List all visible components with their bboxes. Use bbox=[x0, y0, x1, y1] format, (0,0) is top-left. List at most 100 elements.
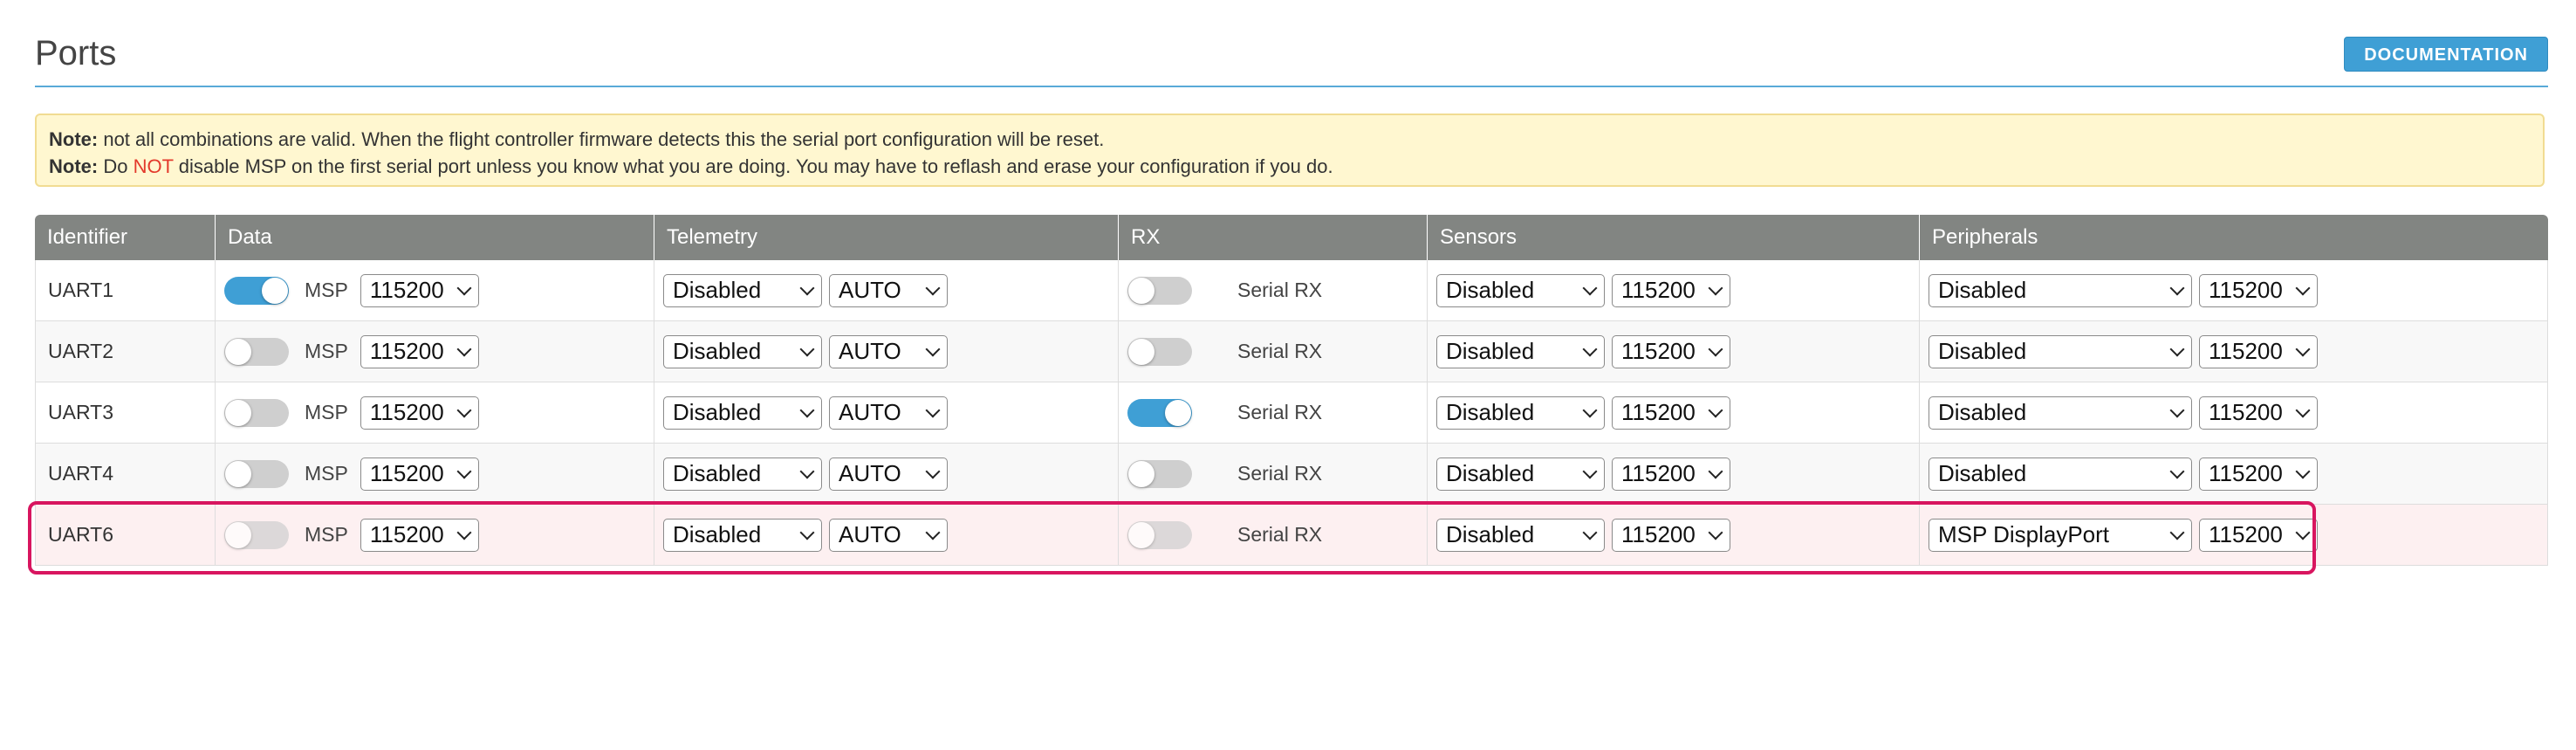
select-value: Disabled bbox=[673, 338, 762, 364]
serial-rx-toggle[interactable] bbox=[1127, 337, 1192, 366]
chevron-down-icon bbox=[456, 525, 472, 540]
serial-rx-toggle[interactable] bbox=[1127, 276, 1192, 305]
telemetry-select[interactable]: Disabled bbox=[663, 457, 822, 491]
msp-toggle[interactable] bbox=[224, 520, 289, 549]
page-title: Ports bbox=[35, 34, 117, 72]
table-row: UART1 MSP 115200 Disabled AUTO Serial RX Disab… bbox=[35, 260, 2548, 321]
toggle-knob bbox=[1128, 521, 1154, 548]
serial-rx-label: Serial RX bbox=[1237, 523, 1323, 546]
serial-rx-toggle[interactable] bbox=[1127, 520, 1192, 549]
telemetry-baud-select[interactable]: AUTO bbox=[829, 334, 948, 368]
chevron-down-icon bbox=[799, 464, 815, 478]
peripherals-cell: MSP DisplayPort 115200 bbox=[1920, 505, 2548, 566]
select-value: 115200 bbox=[2209, 277, 2283, 303]
table-header-row: Identifier Data Telemetry RX Sensors Per… bbox=[35, 215, 2548, 260]
select-value: Disabled bbox=[1446, 521, 1535, 547]
documentation-button[interactable]: DOCUMENTATION bbox=[2344, 37, 2548, 72]
msp-baud-select[interactable]: 115200 bbox=[360, 518, 479, 552]
serial-rx-label: Serial RX bbox=[1237, 340, 1323, 362]
select-value: 115200 bbox=[1621, 460, 1696, 486]
table-row: UART3 MSP 115200 Disabled AUTO Serial RX Disab… bbox=[35, 382, 2548, 444]
telemetry-select[interactable]: Disabled bbox=[663, 273, 822, 307]
sensors-cell: Disabled 115200 bbox=[1428, 444, 1920, 505]
chevron-down-icon bbox=[925, 280, 941, 295]
note-label: Note: bbox=[49, 155, 99, 177]
telemetry-cell: Disabled AUTO bbox=[654, 382, 1119, 444]
chevron-down-icon bbox=[456, 341, 472, 356]
telemetry-baud-select[interactable]: AUTO bbox=[829, 457, 948, 491]
toggle-knob bbox=[225, 399, 251, 426]
telemetry-select[interactable]: Disabled bbox=[663, 396, 822, 430]
note-warning-word: NOT bbox=[133, 155, 174, 177]
peripherals-select[interactable]: MSP DisplayPort bbox=[1929, 518, 2192, 552]
select-value: AUTO bbox=[839, 460, 901, 486]
header-identifier: Identifier bbox=[35, 215, 216, 260]
chevron-down-icon bbox=[799, 403, 815, 417]
data-cell: MSP 115200 bbox=[216, 260, 654, 321]
chevron-down-icon bbox=[2169, 341, 2185, 356]
msp-baud-select[interactable]: 115200 bbox=[360, 396, 479, 430]
rx-cell: Serial RX bbox=[1119, 382, 1428, 444]
data-cell: MSP 115200 bbox=[216, 444, 654, 505]
peripherals-select[interactable]: Disabled bbox=[1929, 334, 2192, 368]
select-value: 115200 bbox=[369, 399, 444, 425]
peripherals-baud-select[interactable]: 115200 bbox=[2199, 273, 2318, 307]
data-cell: MSP 115200 bbox=[216, 505, 654, 566]
msp-baud-select[interactable]: 115200 bbox=[360, 334, 479, 368]
sensors-select[interactable]: Disabled bbox=[1436, 457, 1605, 491]
msp-toggle[interactable] bbox=[224, 337, 289, 366]
sensors-baud-select[interactable]: 115200 bbox=[1612, 334, 1730, 368]
telemetry-select[interactable]: Disabled bbox=[663, 334, 822, 368]
chevron-down-icon bbox=[799, 280, 815, 295]
peripherals-cell: Disabled 115200 bbox=[1920, 444, 2548, 505]
chevron-down-icon bbox=[799, 341, 815, 356]
peripherals-select[interactable]: Disabled bbox=[1929, 457, 2192, 491]
sensors-baud-select[interactable]: 115200 bbox=[1612, 518, 1730, 552]
chevron-down-icon bbox=[1708, 525, 1723, 540]
chevron-down-icon bbox=[2169, 403, 2185, 417]
serial-rx-toggle[interactable] bbox=[1127, 398, 1192, 427]
sensors-baud-select[interactable]: 115200 bbox=[1612, 273, 1730, 307]
select-value: Disabled bbox=[1938, 277, 2027, 303]
peripherals-select[interactable]: Disabled bbox=[1929, 273, 2192, 307]
telemetry-select[interactable]: Disabled bbox=[663, 518, 822, 552]
msp-label: MSP bbox=[305, 279, 348, 301]
sensors-select[interactable]: Disabled bbox=[1436, 396, 1605, 430]
select-value: Disabled bbox=[673, 521, 762, 547]
serial-rx-label: Serial RX bbox=[1237, 462, 1323, 485]
chevron-down-icon bbox=[1582, 464, 1598, 478]
msp-toggle[interactable] bbox=[224, 276, 289, 305]
chevron-down-icon bbox=[2295, 341, 2311, 356]
telemetry-cell: Disabled AUTO bbox=[654, 444, 1119, 505]
peripherals-baud-select[interactable]: 115200 bbox=[2199, 518, 2318, 552]
select-value: 115200 bbox=[369, 460, 444, 486]
toggle-knob bbox=[1128, 460, 1154, 487]
peripherals-baud-select[interactable]: 115200 bbox=[2199, 396, 2318, 430]
sensors-cell: Disabled 115200 bbox=[1428, 382, 1920, 444]
peripherals-baud-select[interactable]: 115200 bbox=[2199, 457, 2318, 491]
port-identifier: UART1 bbox=[35, 260, 216, 321]
select-value: 115200 bbox=[2209, 399, 2283, 425]
chevron-down-icon bbox=[925, 464, 941, 478]
sensors-select[interactable]: Disabled bbox=[1436, 334, 1605, 368]
select-value: 115200 bbox=[369, 277, 444, 303]
msp-toggle[interactable] bbox=[224, 459, 289, 488]
sensors-select[interactable]: Disabled bbox=[1436, 518, 1605, 552]
chevron-down-icon bbox=[2169, 280, 2185, 295]
telemetry-baud-select[interactable]: AUTO bbox=[829, 396, 948, 430]
telemetry-baud-select[interactable]: AUTO bbox=[829, 518, 948, 552]
msp-baud-select[interactable]: 115200 bbox=[360, 273, 479, 307]
peripherals-baud-select[interactable]: 115200 bbox=[2199, 334, 2318, 368]
toggle-knob bbox=[225, 460, 251, 487]
sensors-baud-select[interactable]: 115200 bbox=[1612, 457, 1730, 491]
msp-toggle[interactable] bbox=[224, 398, 289, 427]
header-sensors: Sensors bbox=[1428, 215, 1920, 260]
msp-baud-select[interactable]: 115200 bbox=[360, 457, 479, 491]
chevron-down-icon bbox=[2169, 525, 2185, 540]
sensors-select[interactable]: Disabled bbox=[1436, 273, 1605, 307]
serial-rx-label: Serial RX bbox=[1237, 401, 1323, 423]
peripherals-select[interactable]: Disabled bbox=[1929, 396, 2192, 430]
serial-rx-toggle[interactable] bbox=[1127, 459, 1192, 488]
telemetry-baud-select[interactable]: AUTO bbox=[829, 273, 948, 307]
sensors-baud-select[interactable]: 115200 bbox=[1612, 396, 1730, 430]
